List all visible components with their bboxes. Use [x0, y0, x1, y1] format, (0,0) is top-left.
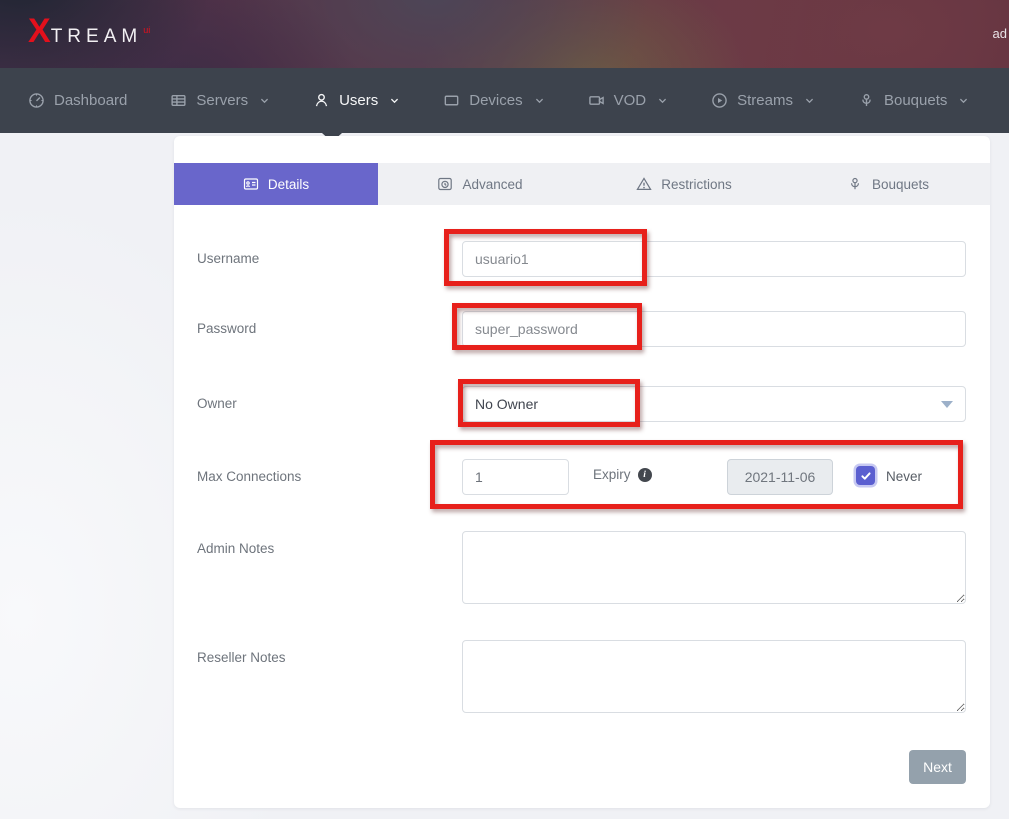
logo-text: TREAM [51, 26, 143, 48]
tab-label: Bouquets [872, 177, 929, 192]
vod-icon [588, 92, 605, 109]
chevron-down-icon [804, 95, 815, 106]
id-card-icon [243, 176, 259, 192]
tab-bouquets[interactable]: Bouquets [786, 163, 990, 205]
nav-item-streams[interactable]: Streams [711, 92, 815, 109]
chevron-down-icon [534, 95, 545, 106]
streams-icon [711, 92, 728, 109]
tab-label: Advanced [462, 177, 522, 192]
check-icon [860, 470, 872, 482]
warning-icon [636, 176, 652, 192]
password-input[interactable] [462, 311, 966, 347]
xtream-logo[interactable]: X TREAM ui [28, 14, 150, 48]
flower-icon [847, 176, 863, 192]
info-icon[interactable]: i [638, 468, 652, 482]
reseller-notes-label: Reseller Notes [197, 650, 286, 665]
dashboard-icon [28, 92, 45, 109]
tab-advanced[interactable]: Advanced [378, 163, 582, 205]
clock-icon [437, 176, 453, 192]
tab-label: Restrictions [661, 177, 732, 192]
nav-label: VOD [614, 92, 647, 109]
username-label: Username [197, 251, 259, 266]
nav-item-bouquets[interactable]: Bouquets [858, 92, 969, 109]
nav-label: Devices [469, 92, 522, 109]
select-caret-icon [941, 401, 953, 408]
owner-selected-value: No Owner [475, 396, 538, 412]
owner-select[interactable]: No Owner [462, 386, 966, 422]
never-label: Never [886, 469, 922, 484]
nav-item-dashboard[interactable]: Dashboard [28, 92, 127, 109]
nav-label: Streams [737, 92, 793, 109]
expiry-label: Expiry [593, 467, 631, 482]
account-name[interactable]: ad [993, 26, 1007, 41]
max-connections-input[interactable] [462, 459, 569, 495]
servers-icon [170, 92, 187, 109]
devices-icon [443, 92, 460, 109]
expiry-label-group: Expiry i [593, 467, 652, 482]
nav-item-users[interactable]: Users [313, 92, 400, 109]
expiry-date-input[interactable] [727, 459, 833, 495]
password-label: Password [197, 321, 256, 336]
owner-label: Owner [197, 396, 237, 411]
nav-label: Users [339, 92, 378, 109]
nav-label: Servers [196, 92, 248, 109]
reseller-notes-textarea[interactable] [462, 640, 966, 713]
next-button[interactable]: Next [909, 750, 966, 784]
tab-details[interactable]: Details [174, 163, 378, 205]
logo-ui-suffix: ui [143, 25, 150, 35]
form-tabs: Details Advanced Restrictions Bouquets [174, 163, 990, 205]
nav-label: Bouquets [884, 92, 947, 109]
chevron-down-icon [958, 95, 969, 106]
chevron-down-icon [389, 95, 400, 106]
chevron-down-icon [657, 95, 668, 106]
chevron-down-icon [259, 95, 270, 106]
user-form-card: Details Advanced Restrictions Bouquets U… [174, 136, 990, 808]
bouquets-icon [858, 92, 875, 109]
admin-notes-label: Admin Notes [197, 541, 274, 556]
tab-restrictions[interactable]: Restrictions [582, 163, 786, 205]
max-connections-label: Max Connections [197, 469, 301, 484]
nav-item-servers[interactable]: Servers [170, 92, 270, 109]
nav-item-devices[interactable]: Devices [443, 92, 544, 109]
tab-label: Details [268, 177, 309, 192]
admin-notes-textarea[interactable] [462, 531, 966, 604]
users-icon [313, 92, 330, 109]
never-checkbox[interactable] [856, 466, 875, 485]
nav-item-vod[interactable]: VOD [588, 92, 669, 109]
main-nav: Dashboard Servers Users Devices VOD Stre… [0, 68, 1009, 133]
header-banner: X TREAM ui ad [0, 0, 1009, 68]
username-input[interactable] [462, 241, 966, 277]
logo-x: X [28, 14, 49, 48]
nav-label: Dashboard [54, 92, 127, 109]
page: X TREAM ui ad Dashboard Servers Users De… [0, 0, 1009, 819]
